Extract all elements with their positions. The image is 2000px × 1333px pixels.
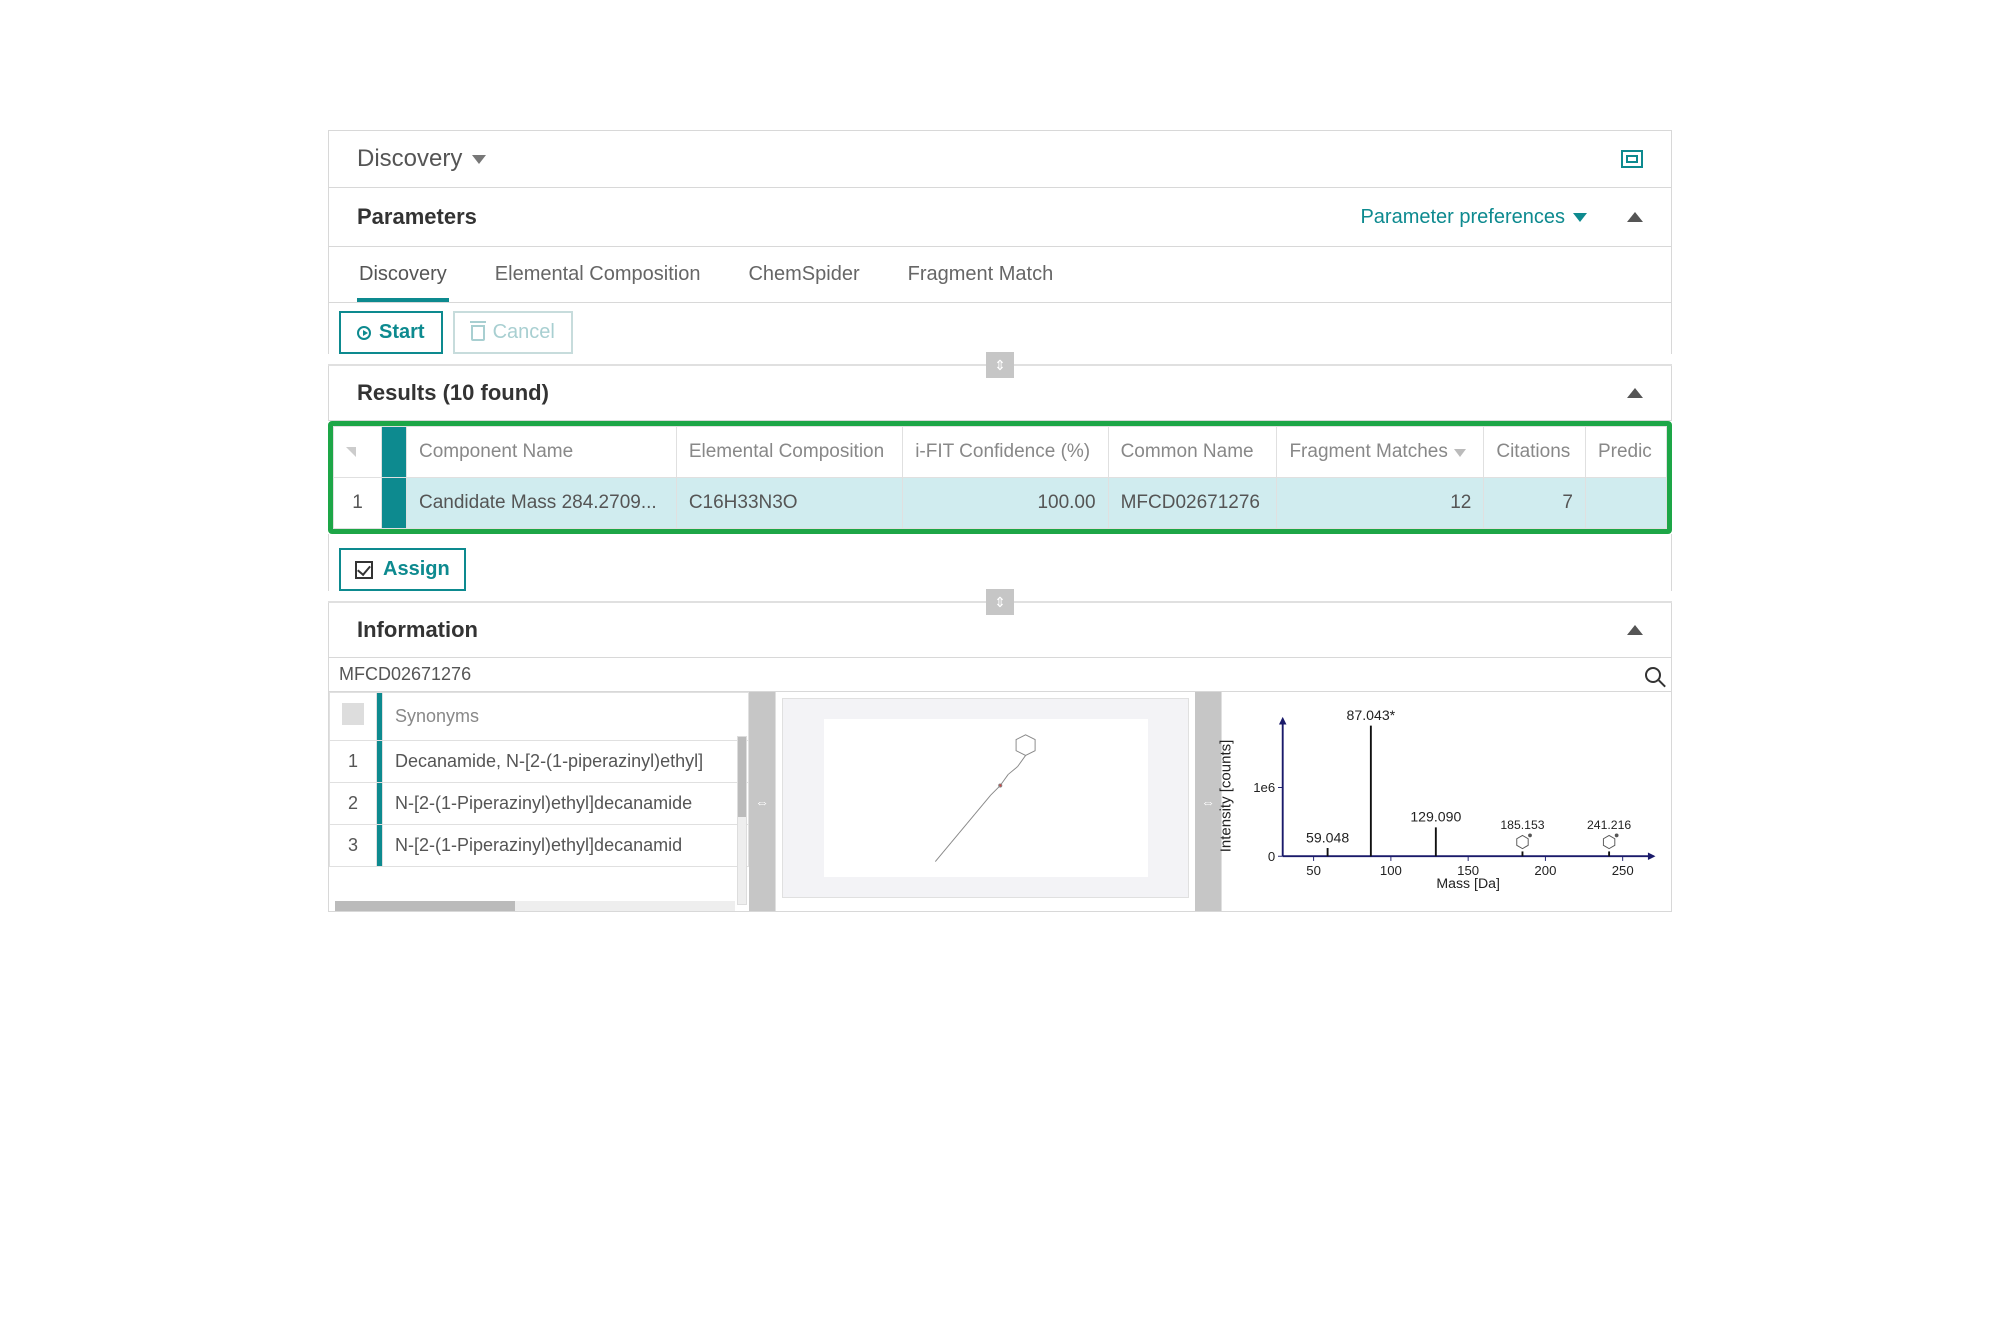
start-button[interactable]: Start bbox=[339, 311, 443, 354]
svg-text:185.153: 185.153 bbox=[1500, 818, 1544, 832]
results-title: Results (10 found) bbox=[357, 380, 549, 406]
list-item[interactable]: 1 Decanamide, N-[2-(1-piperazinyl)ethyl] bbox=[330, 741, 749, 783]
svg-text:59.048: 59.048 bbox=[1306, 829, 1349, 845]
start-button-label: Start bbox=[379, 321, 425, 344]
collapse-icon[interactable] bbox=[1627, 625, 1643, 635]
parameter-tabs: Discovery Elemental Composition ChemSpid… bbox=[328, 247, 1672, 303]
synonym-name: N-[2-(1-Piperazinyl)ethyl]decanamid bbox=[383, 825, 749, 867]
horizontal-scrollbar[interactable] bbox=[335, 901, 735, 911]
synonyms-panel: Synonyms 1 Decanamide, N-[2-(1-piperazin… bbox=[329, 692, 749, 911]
synonym-name: N-[2-(1-Piperazinyl)ethyl]decanamide bbox=[383, 783, 749, 825]
tab-fragment-match[interactable]: Fragment Match bbox=[906, 247, 1056, 302]
trash-icon bbox=[471, 325, 485, 341]
play-icon bbox=[357, 326, 371, 340]
caret-down-icon bbox=[1573, 213, 1587, 222]
svg-text:250: 250 bbox=[1612, 863, 1634, 878]
parameter-preferences-label: Parameter preferences bbox=[1360, 206, 1565, 229]
column-splitter-icon[interactable]: ⇔ bbox=[749, 692, 775, 911]
col-fragment-matches[interactable]: Fragment Matches bbox=[1277, 427, 1484, 478]
information-id: MFCD02671276 bbox=[339, 664, 471, 685]
molecular-structure-diagram[interactable] bbox=[782, 698, 1189, 898]
row-number: 1 bbox=[330, 741, 377, 783]
results-table-highlight: Component Name Elemental Composition i-F… bbox=[328, 421, 1672, 534]
svg-text:87.043*: 87.043* bbox=[1347, 707, 1396, 723]
col-predictions[interactable]: Predic bbox=[1585, 427, 1666, 478]
tab-discovery[interactable]: Discovery bbox=[357, 247, 449, 302]
row-number: 2 bbox=[330, 783, 377, 825]
cell-citations: 7 bbox=[1484, 478, 1586, 529]
col-common-name[interactable]: Common Name bbox=[1108, 427, 1277, 478]
resize-handle-icon[interactable]: ⇕ bbox=[986, 589, 1014, 615]
col-elemental-composition[interactable]: Elemental Composition bbox=[676, 427, 902, 478]
layout-toggle-icon[interactable] bbox=[1621, 150, 1643, 168]
vertical-scrollbar[interactable] bbox=[737, 736, 747, 905]
sort-caret-icon bbox=[1454, 449, 1466, 457]
sort-triangle-icon[interactable] bbox=[346, 447, 356, 457]
parameter-preferences-link[interactable]: Parameter preferences bbox=[1360, 206, 1587, 229]
caret-down-icon bbox=[472, 155, 486, 164]
svg-text:200: 200 bbox=[1534, 863, 1556, 878]
results-header-row: Component Name Elemental Composition i-F… bbox=[334, 427, 1667, 478]
table-row[interactable]: 1 Candidate Mass 284.2709... C16H33N3O 1… bbox=[334, 478, 1667, 529]
chart-ylabel: Intensity [counts] bbox=[1218, 740, 1235, 853]
svg-text:Mass [Da]: Mass [Da] bbox=[1436, 875, 1500, 891]
page-title-dropdown[interactable]: Discovery bbox=[357, 145, 486, 173]
svg-text:100: 100 bbox=[1380, 863, 1402, 878]
cell-component-name: Candidate Mass 284.2709... bbox=[407, 478, 677, 529]
cancel-button-label: Cancel bbox=[493, 321, 555, 344]
collapse-icon[interactable] bbox=[1627, 212, 1643, 222]
synonym-name: Decanamide, N-[2-(1-piperazinyl)ethyl] bbox=[383, 741, 749, 783]
col-ifit-confidence[interactable]: i-FIT Confidence (%) bbox=[903, 427, 1108, 478]
svg-text:1e6: 1e6 bbox=[1253, 780, 1275, 795]
spectrum-chart-panel: Intensity [counts] 01e650100150200250Mas… bbox=[1221, 692, 1671, 911]
row-number: 1 bbox=[334, 478, 382, 529]
tab-elemental-composition[interactable]: Elemental Composition bbox=[493, 247, 703, 302]
cell-fragment-matches: 12 bbox=[1277, 478, 1484, 529]
mass-spectrum-chart[interactable]: Intensity [counts] 01e650100150200250Mas… bbox=[1230, 696, 1663, 896]
collapse-icon[interactable] bbox=[1627, 388, 1643, 398]
list-item[interactable]: 3 N-[2-(1-Piperazinyl)ethyl]decanamid bbox=[330, 825, 749, 867]
page-title-label: Discovery bbox=[357, 145, 462, 173]
svg-text:50: 50 bbox=[1306, 863, 1321, 878]
structure-panel bbox=[775, 692, 1195, 911]
check-square-icon bbox=[355, 561, 373, 579]
svg-text:129.090: 129.090 bbox=[1410, 809, 1461, 825]
list-item[interactable]: 2 N-[2-(1-Piperazinyl)ethyl]decanamide bbox=[330, 783, 749, 825]
cell-predictions bbox=[1585, 478, 1666, 529]
tab-chemspider[interactable]: ChemSpider bbox=[746, 247, 861, 302]
assign-button[interactable]: Assign bbox=[339, 548, 466, 591]
cell-ifit: 100.00 bbox=[903, 478, 1108, 529]
svg-text:0: 0 bbox=[1268, 849, 1275, 864]
col-component-name[interactable]: Component Name bbox=[407, 427, 677, 478]
parameters-title: Parameters bbox=[357, 204, 477, 230]
cell-common-name: MFCD02671276 bbox=[1108, 478, 1277, 529]
assign-button-label: Assign bbox=[383, 558, 450, 581]
information-title: Information bbox=[357, 617, 478, 643]
col-synonyms[interactable]: Synonyms bbox=[383, 693, 749, 741]
svg-text:241.216: 241.216 bbox=[1587, 818, 1631, 832]
search-icon[interactable] bbox=[1645, 667, 1661, 683]
cancel-button[interactable]: Cancel bbox=[453, 311, 573, 354]
resize-handle-icon[interactable]: ⇕ bbox=[986, 352, 1014, 378]
synonyms-table: Synonyms 1 Decanamide, N-[2-(1-piperazin… bbox=[329, 692, 749, 867]
select-all-checkbox[interactable] bbox=[342, 703, 364, 725]
col-citations[interactable]: Citations bbox=[1484, 427, 1586, 478]
row-number: 3 bbox=[330, 825, 377, 867]
results-table: Component Name Elemental Composition i-F… bbox=[333, 426, 1667, 529]
cell-elemental: C16H33N3O bbox=[676, 478, 902, 529]
